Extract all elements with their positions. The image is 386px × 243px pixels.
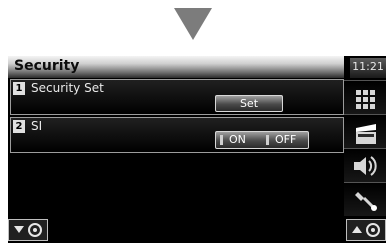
down-arrow-icon: [14, 223, 42, 237]
side-menu: [344, 80, 386, 218]
security-set-label: Security Set: [31, 81, 104, 95]
settings-icon: [355, 192, 377, 211]
speaker-icon: [354, 156, 377, 176]
clapboard-icon: [356, 124, 376, 144]
si-on-label: ON: [229, 133, 246, 146]
off-indicator-icon: [266, 135, 269, 145]
side-menu-button-audio[interactable]: [344, 148, 386, 182]
up-arrow-icon: [352, 223, 380, 237]
row-number: 2: [13, 120, 25, 133]
si-on-option[interactable]: ON: [220, 132, 264, 148]
si-label: SI: [31, 119, 43, 133]
side-menu-button-settings[interactable]: [344, 182, 386, 216]
bottom-left-control[interactable]: [8, 219, 48, 241]
si-off-option[interactable]: OFF: [266, 132, 308, 148]
on-indicator-icon: [220, 135, 223, 145]
si-toggle[interactable]: ON OFF: [215, 131, 309, 149]
scroll-down-indicator: [174, 8, 212, 40]
title-bar: Security: [8, 56, 344, 78]
screen-title: Security: [14, 58, 80, 74]
side-menu-button-grid[interactable]: [344, 80, 386, 114]
set-button[interactable]: Set: [215, 95, 283, 112]
si-row: 2 SI ON OFF: [10, 117, 344, 153]
security-set-row: 1 Security Set Set: [10, 79, 344, 115]
si-off-label: OFF: [275, 133, 297, 146]
grid-icon: [356, 90, 375, 109]
security-screen: Security 11:21 1 Security Set Set 2 SI O…: [8, 56, 386, 243]
side-menu-button-clapboard[interactable]: [344, 114, 386, 148]
bottom-right-control[interactable]: [346, 219, 386, 241]
clock: 11:21: [350, 58, 386, 78]
row-number: 1: [13, 82, 25, 95]
